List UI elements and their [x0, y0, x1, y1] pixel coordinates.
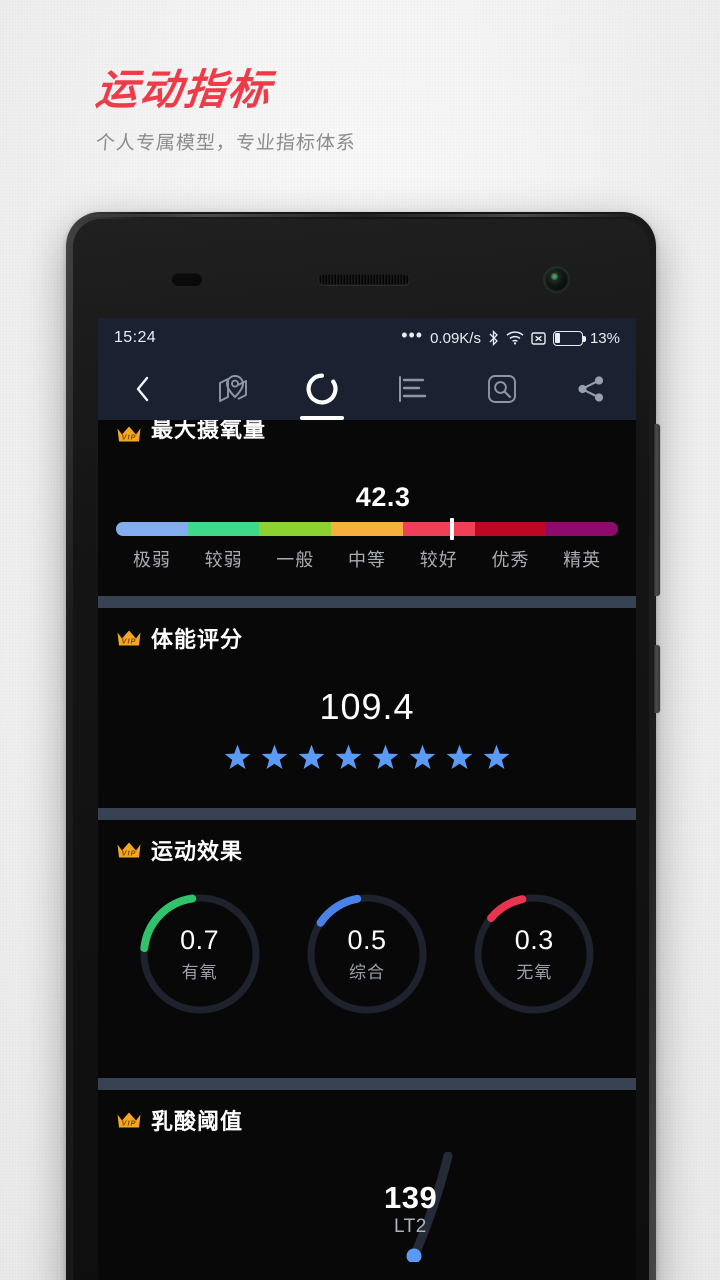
metrics-tab[interactable]: [277, 358, 367, 420]
gauge-label: 有氧: [181, 963, 218, 982]
map-tab[interactable]: [188, 358, 278, 420]
vo2max-scale-labels: 极弱 较弱 一般 中等 较好 优秀 精英: [116, 546, 618, 572]
gauge-value: 0.3: [514, 925, 554, 955]
star-icon: [298, 744, 325, 770]
lactate-threshold-chart: 139 LT2: [116, 1152, 618, 1262]
star-icon: [409, 744, 436, 770]
lactate-threshold-label: LT2: [394, 1216, 427, 1237]
effect-gauge: 0.3 无氧: [470, 890, 598, 1018]
vo2max-gradient-bar: [116, 522, 618, 536]
earpiece-speaker-icon: [318, 274, 410, 285]
effect-gauge: 0.7 有氧: [136, 890, 264, 1018]
card-title-text: 最大摄氧量: [151, 420, 267, 442]
top-nav-bar: [98, 358, 636, 420]
vo2max-segment: [259, 522, 332, 536]
vo2max-segment: [402, 522, 475, 536]
vo2max-segment-label: 优秀: [491, 550, 530, 570]
status-bar: 15:24 ••• 0.09K/s 13%: [98, 318, 636, 358]
card-separator: [98, 596, 636, 608]
card-fitness-score[interactable]: VIP 体能评分 109.4: [98, 608, 636, 808]
card-title-vo2max: VIP 最大摄氧量: [116, 420, 618, 444]
vo2max-segment: [187, 522, 260, 536]
card-separator: [98, 808, 636, 820]
front-camera-icon: [544, 267, 569, 292]
card-title-text: 乳酸阈值: [151, 1109, 244, 1134]
lactate-curve: [406, 1152, 453, 1262]
svg-text:VIP: VIP: [122, 849, 137, 858]
card-title-text: 运动效果: [151, 839, 244, 864]
promo-subtitle: 个人专属模型，专业指标体系: [95, 133, 357, 155]
battery-percent-label: 13%: [589, 329, 620, 347]
vo2max-segment: [546, 522, 618, 536]
vo2max-segment-label: 一般: [276, 550, 315, 570]
vo2max-segment: [474, 522, 547, 536]
card-vo2max[interactable]: VIP 最大摄氧量 42.3 极弱 较弱 一般 中等 较好 优秀 精英: [98, 420, 636, 596]
phone-top-highlight: [76, 214, 646, 217]
vip-crown-icon: VIP: [117, 842, 141, 858]
signal-disabled-icon: [531, 331, 546, 346]
vip-crown-icon: VIP: [117, 426, 141, 442]
card-separator: [98, 1078, 636, 1090]
svg-text:VIP: VIP: [122, 1119, 137, 1128]
card-exercise-effect[interactable]: VIP 运动效果 0.7 有氧 0.5 综合 0.3 无氧: [98, 820, 636, 1078]
status-time: 15:24: [114, 329, 157, 346]
vo2max-segment-label: 中等: [348, 550, 387, 570]
vo2max-segment-label: 较好: [419, 550, 458, 570]
battery-icon: [552, 330, 586, 346]
more-dots-icon: •••: [401, 325, 424, 346]
svg-text:VIP: VIP: [122, 433, 137, 442]
gauge-value: 0.5: [347, 925, 387, 955]
bluetooth-icon: [488, 330, 499, 346]
vo2max-segment-label: 较弱: [204, 550, 243, 570]
gauge-value: 0.7: [180, 925, 220, 955]
lactate-threshold-value: 139: [384, 1180, 438, 1215]
proximity-sensor-icon: [172, 273, 202, 286]
metrics-content[interactable]: VIP 最大摄氧量 42.3 极弱 较弱 一般 中等 较好 优秀 精英 VIP 体能评分 1…: [98, 420, 636, 1280]
effect-gauge: 0.5 综合: [303, 890, 431, 1018]
vip-crown-icon: VIP: [117, 1112, 141, 1128]
card-lactate-threshold[interactable]: VIP 乳酸阈值 139 LT2: [98, 1090, 636, 1280]
star-icon: [224, 744, 251, 770]
phone-screen: 15:24 ••• 0.09K/s 13% VIP 最大摄氧量 42.3 极弱 …: [98, 318, 636, 1280]
exercise-effect-gauges: 0.7 有氧 0.5 综合 0.3 无氧: [116, 890, 618, 1018]
share-button[interactable]: [546, 358, 636, 420]
vo2max-segment-label: 极弱: [132, 550, 171, 570]
gauge-label: 无氧: [516, 963, 553, 982]
gauge-label: 综合: [348, 963, 385, 982]
vo2max-value: 42.3: [355, 482, 411, 512]
card-title-exercise-effect: VIP 运动效果: [116, 820, 618, 866]
network-speed-label: 0.09K/s: [430, 329, 481, 347]
vo2max-scale: [116, 518, 618, 540]
vo2max-segment: [116, 522, 188, 536]
fitness-score-value: 109.4: [319, 686, 415, 727]
star-icon: [261, 744, 288, 770]
star-icon: [483, 744, 510, 770]
star-icon: [446, 744, 473, 770]
analysis-tab[interactable]: [457, 358, 547, 420]
star-icon: [372, 744, 399, 770]
volume-button[interactable]: [654, 424, 660, 596]
power-button[interactable]: [654, 645, 660, 713]
vo2max-segment-label: 精英: [563, 550, 602, 570]
card-title-fitness-score: VIP 体能评分: [116, 608, 618, 654]
star-icon: [335, 744, 362, 770]
back-button[interactable]: [98, 358, 188, 420]
vip-crown-icon: VIP: [117, 630, 141, 646]
chart-tab[interactable]: [367, 358, 457, 420]
card-title-text: 体能评分: [151, 627, 244, 652]
promo-header: 运动指标 个人专属模型，专业指标体系: [93, 66, 656, 155]
vo2max-segment: [331, 522, 403, 536]
fitness-score-stars: [116, 744, 618, 771]
wifi-icon: [506, 331, 524, 345]
promo-title: 运动指标: [93, 66, 275, 113]
card-title-lactate-threshold: VIP 乳酸阈值: [116, 1090, 618, 1136]
vo2max-marker: [449, 518, 454, 540]
svg-text:VIP: VIP: [122, 637, 137, 646]
